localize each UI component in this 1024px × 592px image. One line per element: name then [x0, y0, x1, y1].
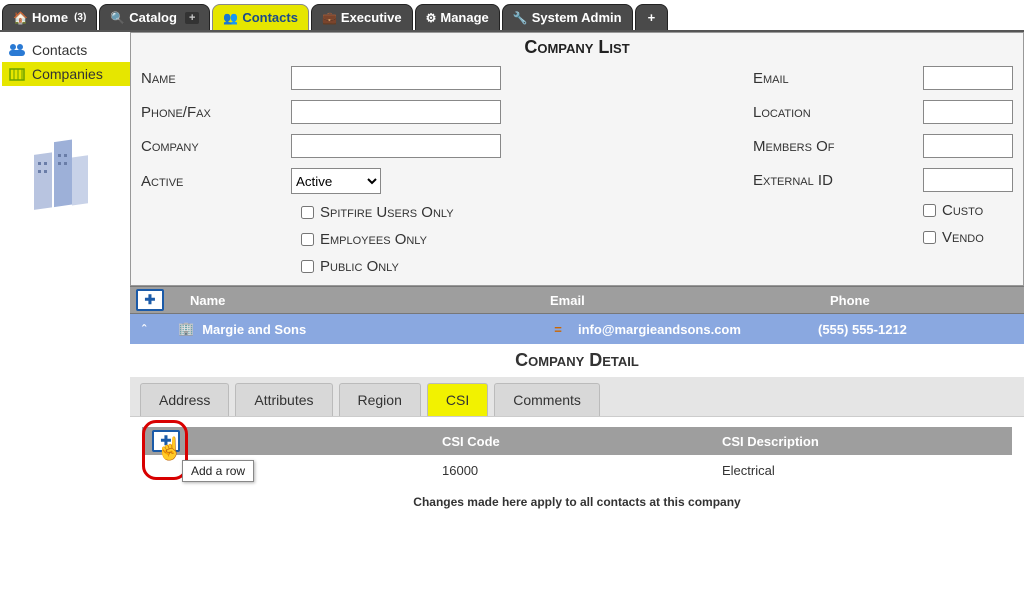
csi-grid-header: ✚ ☝ Add a row CSI Code CSI Description [142, 427, 1012, 455]
tab-home[interactable]: 🏠 Home (3) [2, 4, 97, 30]
vendo-checkbox[interactable] [923, 231, 936, 244]
label-name: Name [141, 70, 291, 87]
sidebar-companies-label: Companies [32, 66, 103, 82]
tab-manage-label: Manage [440, 10, 488, 25]
people-icon: 👥 [223, 11, 238, 25]
col-header-email[interactable]: Email [550, 293, 830, 308]
label-phonefax: Phone/Fax [141, 104, 291, 121]
tab-executive[interactable]: 💼 Executive [311, 4, 413, 30]
company-row-email: info@margieandsons.com [578, 322, 818, 337]
tab-address[interactable]: Address [140, 383, 229, 416]
spitfire-label: Spitfire Users Only [320, 204, 454, 221]
tab-contacts[interactable]: 👥 Contacts [212, 4, 309, 30]
add-row-tooltip: Add a row [182, 460, 254, 482]
tab-add[interactable]: + [635, 4, 669, 30]
sidebar-item-contacts[interactable]: Contacts [2, 38, 130, 62]
public-checkbox[interactable] [301, 260, 314, 273]
company-list-panel: Company List Name Phone/Fax Company Acti… [130, 32, 1024, 286]
sidebar: Contacts Companies [0, 30, 130, 592]
col-header-name[interactable]: Name [170, 293, 550, 308]
buildings-illustration [26, 126, 130, 219]
spitfire-checkbox[interactable] [301, 206, 314, 219]
tab-comments[interactable]: Comments [494, 383, 600, 416]
company-row-phone: (555) 555-1212 [818, 322, 1024, 337]
home-icon: 🏠 [13, 11, 28, 25]
tab-attributes[interactable]: Attributes [235, 383, 332, 416]
location-field[interactable] [923, 100, 1013, 124]
tab-sysadmin-label: System Admin [532, 10, 622, 25]
name-field[interactable] [291, 66, 501, 90]
col-header-phone[interactable]: Phone [830, 293, 1024, 308]
wrench-icon: 🔧 [513, 11, 528, 25]
tab-executive-label: Executive [341, 10, 402, 25]
label-email: Email [753, 70, 923, 87]
people-icon [8, 42, 26, 58]
col-header-csi-desc[interactable]: CSI Description [722, 434, 1012, 449]
top-tabs: 🏠 Home (3) 🔍 Catalog + 👥 Contacts 💼 Exec… [0, 0, 1024, 30]
tab-contacts-label: Contacts [242, 10, 298, 25]
tab-catalog[interactable]: 🔍 Catalog + [99, 4, 210, 30]
tab-region[interactable]: Region [339, 383, 421, 416]
catalog-add-icon[interactable]: + [185, 12, 199, 24]
phonefax-field[interactable] [291, 100, 501, 124]
csi-row-code: 16000 [442, 463, 722, 478]
csi-row[interactable]: 16000 Electrical [142, 455, 1012, 485]
tab-manage[interactable]: ⚙ Manage [415, 4, 500, 30]
employees-checkbox[interactable] [301, 233, 314, 246]
company-row-name: Margie and Sons [202, 322, 306, 337]
tab-catalog-label: Catalog [129, 10, 177, 25]
externalid-field[interactable] [923, 168, 1013, 192]
tab-home-label: Home [32, 10, 68, 25]
label-membersof: Members Of [753, 138, 923, 155]
building-icon: 🏢 [178, 321, 194, 337]
add-company-button[interactable]: ✚ [136, 289, 164, 311]
plus-icon: + [648, 10, 656, 25]
custo-checkbox[interactable] [923, 204, 936, 217]
public-label: Public Only [320, 258, 399, 275]
tab-csi[interactable]: CSI [427, 383, 488, 416]
tab-home-badge: (3) [74, 12, 86, 23]
label-location: Location [753, 104, 923, 121]
company-detail-title: Company Detail [130, 344, 1024, 377]
custo-label: Custo [942, 202, 983, 219]
vendo-label: Vendo [942, 229, 984, 246]
equals-icon: = [538, 322, 578, 337]
company-list-header: ✚ Name Email Phone [130, 286, 1024, 314]
active-select[interactable]: Active [291, 168, 381, 194]
detail-note: Changes made here apply to all contacts … [142, 485, 1012, 519]
company-field[interactable] [291, 134, 501, 158]
building-icon [8, 66, 26, 82]
briefcase-icon: 💼 [322, 11, 337, 25]
col-header-csi-code[interactable]: CSI Code [442, 434, 722, 449]
detail-tabs: Address Attributes Region CSI Comments [130, 377, 1024, 417]
collapse-icon[interactable]: ˆ [130, 322, 158, 337]
membersof-field[interactable] [923, 134, 1013, 158]
tab-system-admin[interactable]: 🔧 System Admin [502, 4, 633, 30]
label-active: Active [141, 173, 291, 190]
sidebar-item-companies[interactable]: Companies [2, 62, 130, 86]
csi-row-desc: Electrical [722, 463, 1012, 478]
gear-icon: ⚙ [426, 11, 437, 25]
search-icon: 🔍 [110, 11, 125, 25]
label-externalid: External ID [753, 172, 923, 189]
label-company: Company [141, 138, 291, 155]
sidebar-contacts-label: Contacts [32, 42, 87, 58]
company-list-title: Company List [131, 33, 1023, 60]
cursor-pointer-icon: ☝ [156, 436, 183, 462]
company-row[interactable]: ˆ 🏢 Margie and Sons = info@margieandsons… [130, 314, 1024, 344]
email-field[interactable] [923, 66, 1013, 90]
employees-label: Employees Only [320, 231, 427, 248]
